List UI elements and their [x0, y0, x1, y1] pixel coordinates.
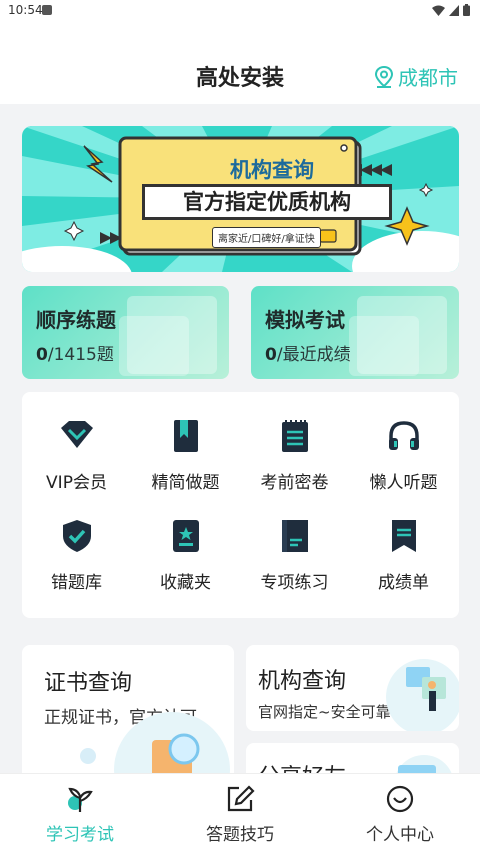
edit-icon — [227, 785, 255, 812]
feature-listen[interactable]: 懒人听题 — [349, 392, 458, 493]
feature-label: 考前密卷 — [260, 473, 329, 493]
bookmark-book-icon — [173, 420, 198, 452]
progress-count: 0 — [36, 345, 48, 365]
banner-title: 机构查询 — [230, 158, 314, 182]
progress-count: 0 — [265, 345, 277, 365]
feature-special-practice[interactable]: 专项练习 — [240, 492, 349, 593]
notepad-icon — [281, 420, 308, 452]
feature-secret-paper[interactable]: 考前密卷 — [240, 392, 349, 493]
location-pin-icon — [374, 65, 394, 88]
app-bar: 高处安装 成都市 — [0, 22, 480, 104]
battery-icon — [463, 4, 470, 16]
status-time: 10:54 — [8, 3, 43, 17]
feature-simplified[interactable]: 精简做题 — [131, 392, 240, 493]
promo-banner[interactable]: 机构查询 官方指定优质机构 离家近/口碑好/拿证快 — [22, 126, 459, 272]
city-selector[interactable]: 成都市 — [374, 62, 458, 91]
feature-label: 精简做题 — [151, 473, 220, 493]
banner-tags: 离家近/口碑好/拿证快 — [212, 227, 321, 248]
headphones-icon — [388, 421, 419, 450]
institution-query-card[interactable]: 机构查询 官网指定~安全可靠 — [246, 645, 459, 731]
tab-personal-center[interactable]: 个人中心 — [320, 774, 480, 853]
card-progress: 0/最近成绩 — [265, 340, 351, 365]
card-progress: 0/1415题 — [36, 340, 114, 365]
shield-check-icon — [62, 520, 91, 552]
tab-label: 个人中心 — [366, 825, 434, 845]
feature-grid: VIP会员 精简做题 考前密卷 懒人听题 错题库 收藏夹 专项练习 成绩单 — [22, 392, 459, 618]
vip-diamond-icon — [60, 421, 93, 448]
tab-answer-tips[interactable]: 答题技巧 — [160, 774, 320, 853]
card-title: 模拟考试 — [265, 308, 345, 332]
tab-label: 学习考试 — [46, 825, 114, 845]
progress-total: /最近成绩 — [276, 345, 351, 365]
certificate-illustration — [80, 712, 230, 785]
city-label: 成都市 — [398, 66, 458, 90]
status-icons — [432, 4, 470, 16]
feature-favorites[interactable]: 收藏夹 — [131, 492, 240, 593]
document-icon — [281, 520, 308, 552]
banner-subtitle: 官方指定优质机构 — [142, 184, 392, 220]
certificate-query-card[interactable]: 证书查询 正规证书，官方认可 — [22, 645, 234, 785]
status-bar: 10:54 — [0, 0, 480, 22]
card-decoration — [127, 296, 217, 374]
report-icon — [391, 520, 416, 552]
feature-label: 成绩单 — [378, 573, 429, 593]
card-title: 顺序练题 — [36, 308, 116, 332]
feature-label: 懒人听题 — [369, 473, 438, 493]
signal-icon — [449, 4, 459, 16]
institution-illustration — [386, 659, 459, 731]
sequential-practice-card[interactable]: 顺序练题 0/1415题 — [22, 286, 229, 379]
tab-study-exam[interactable]: 学习考试 — [0, 774, 160, 853]
feature-vip[interactable]: VIP会员 — [22, 392, 131, 493]
wifi-icon — [432, 5, 445, 16]
feature-label: VIP会员 — [46, 473, 107, 493]
notification-icon — [42, 5, 52, 15]
feature-wrong-questions[interactable]: 错题库 — [22, 492, 131, 593]
smile-icon — [386, 785, 414, 813]
favorite-folder-icon — [172, 520, 199, 552]
tab-label: 答题技巧 — [206, 825, 274, 845]
feature-label: 错题库 — [51, 573, 102, 593]
card-decoration — [357, 296, 447, 374]
mock-exam-card[interactable]: 模拟考试 0/最近成绩 — [251, 286, 459, 379]
feature-label: 专项练习 — [260, 573, 329, 593]
bottom-tab-bar: 学习考试 答题技巧 个人中心 — [0, 773, 480, 853]
sprout-icon — [68, 787, 93, 812]
feature-report-card[interactable]: 成绩单 — [349, 492, 458, 593]
feature-label: 收藏夹 — [160, 573, 211, 593]
progress-total: /1415题 — [47, 345, 114, 365]
